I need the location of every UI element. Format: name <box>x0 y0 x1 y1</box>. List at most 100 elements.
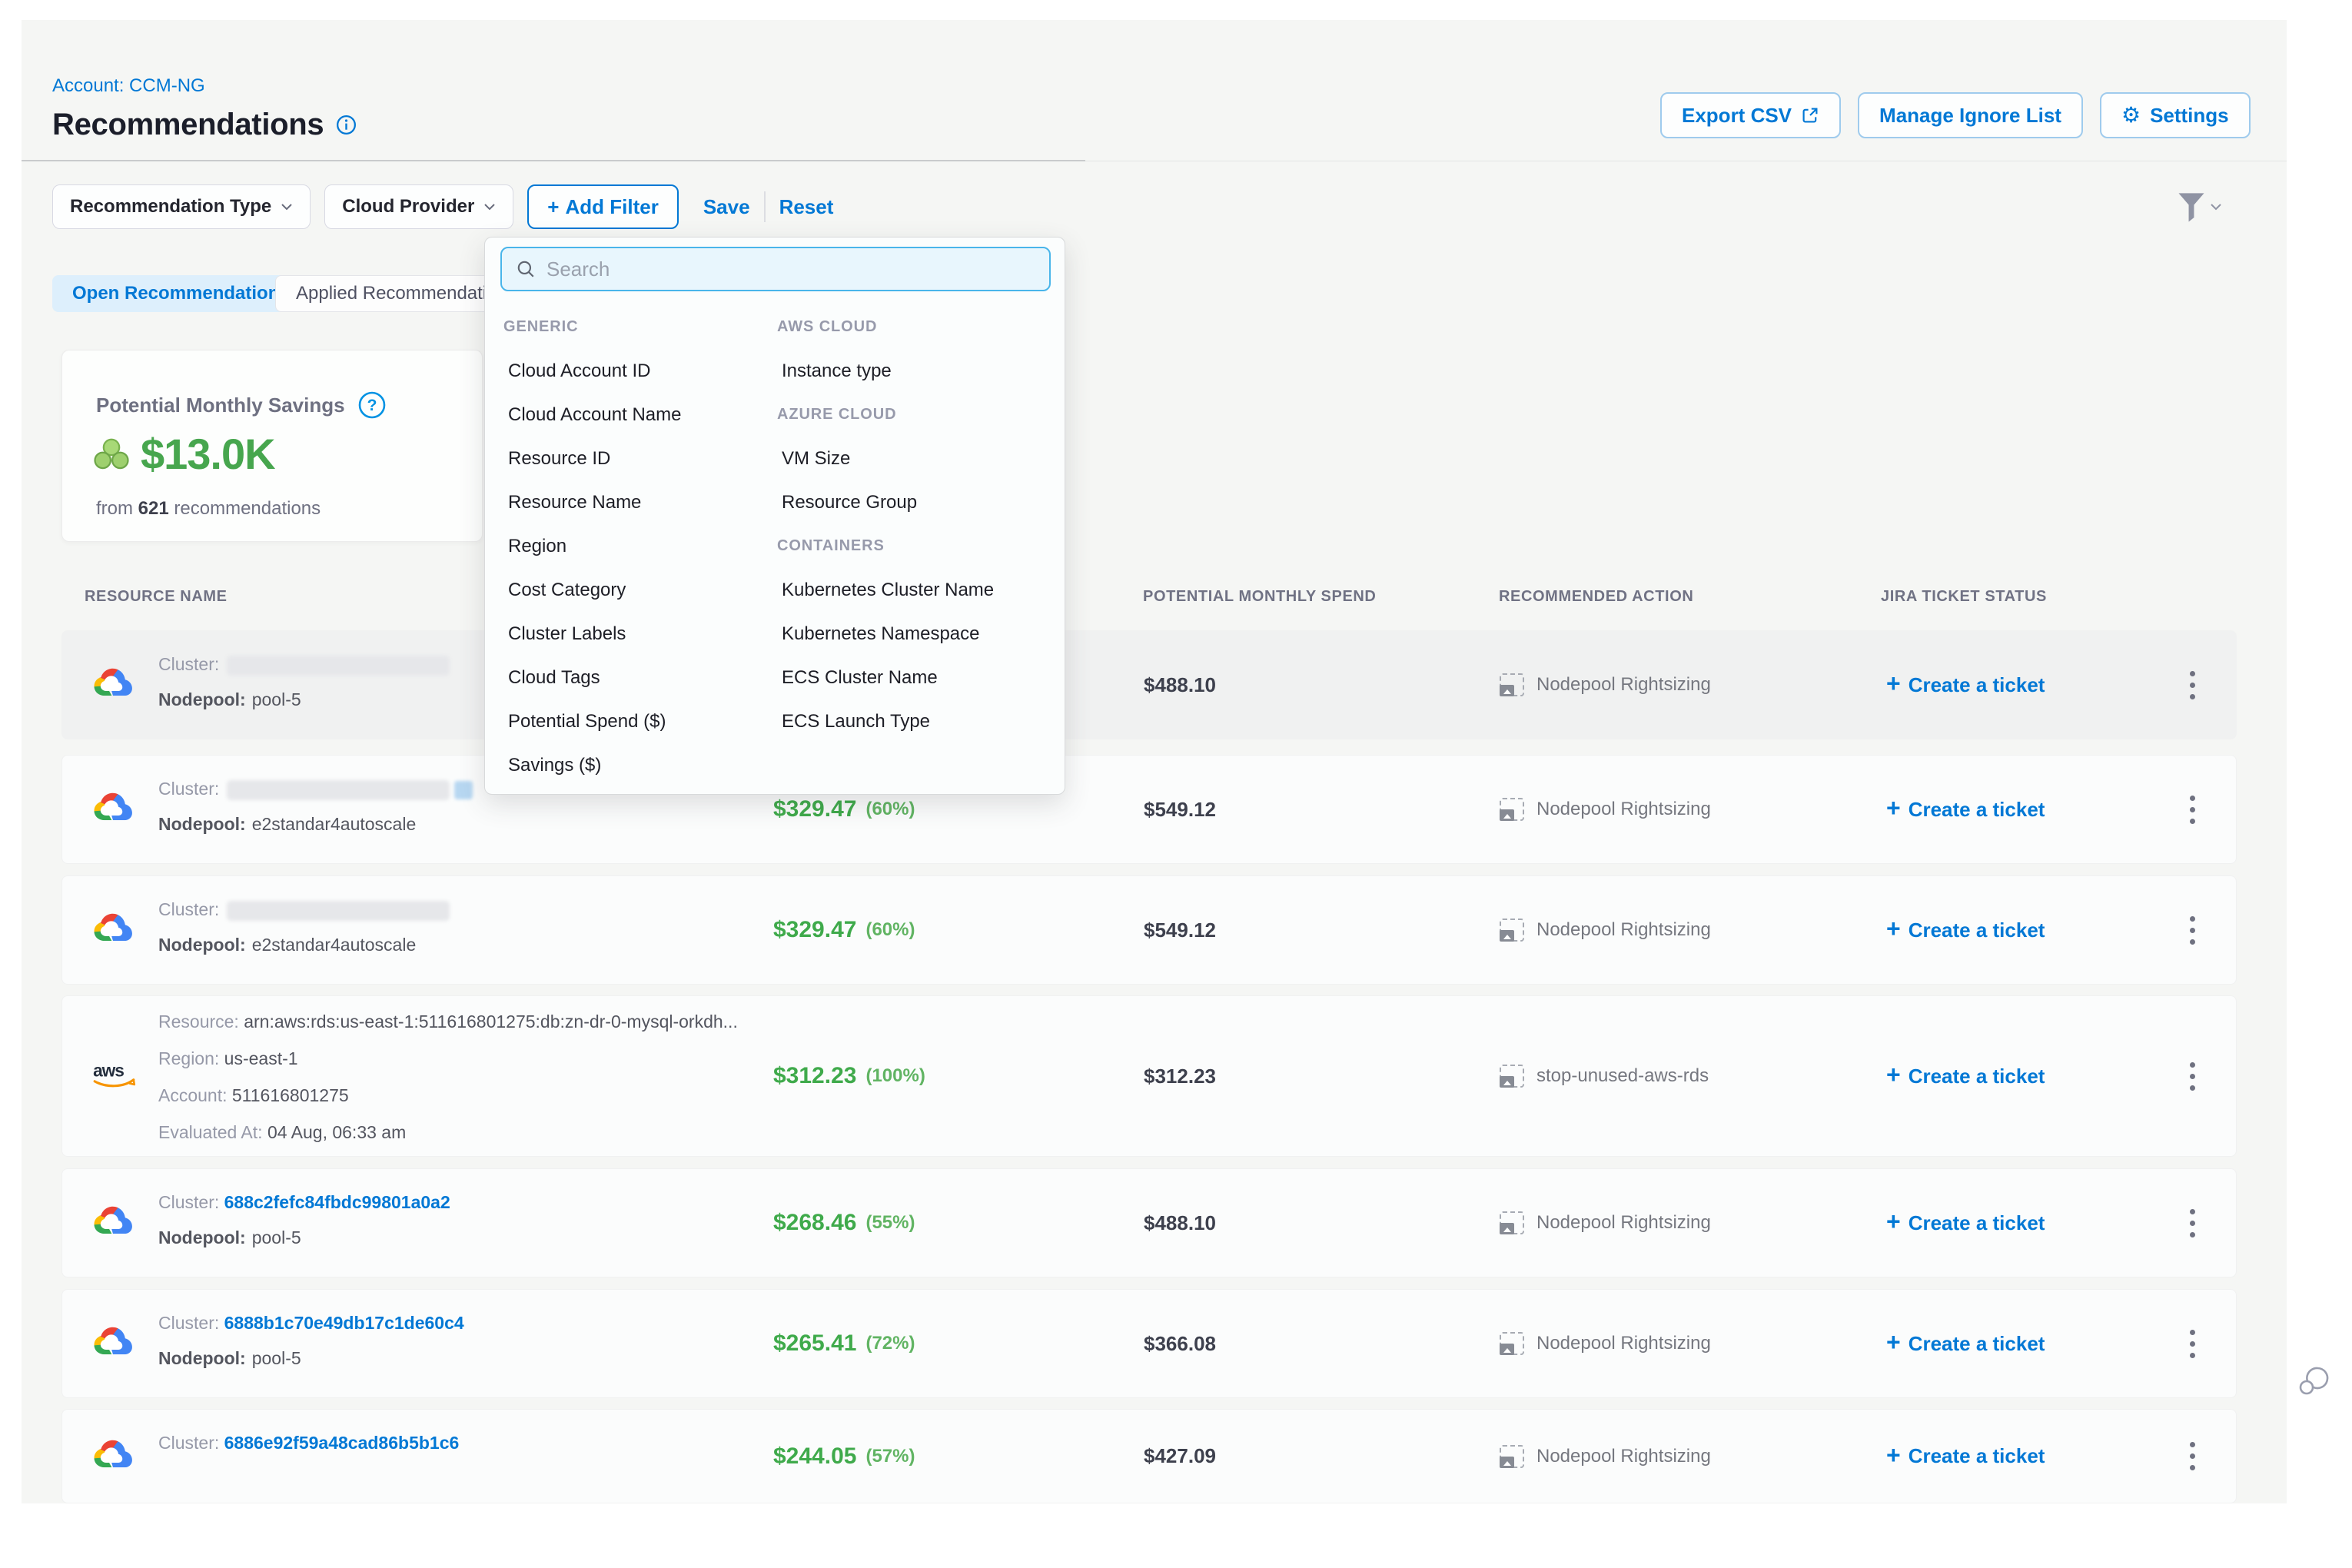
manage-ignore-list-button[interactable]: Manage Ignore List <box>1858 92 2083 138</box>
recommended-action: Nodepool Rightsizing <box>1500 1169 1711 1277</box>
filter-option-savings[interactable]: Savings ($) <box>503 743 765 787</box>
section-header-containers: CONTAINERS <box>777 524 1054 568</box>
header-divider <box>22 160 1085 161</box>
help-chat-button[interactable] <box>2294 1360 2334 1404</box>
region-value: us-east-1 <box>224 1048 298 1068</box>
export-csv-button[interactable]: Export CSV <box>1660 92 1841 138</box>
column-header-resource-name: RESOURCE NAME <box>85 588 228 606</box>
create-ticket-link[interactable]: +Create a ticket <box>1886 756 2045 863</box>
potential-monthly-savings: $329.47(60%) <box>773 876 915 984</box>
table-row[interactable]: Cluster: Nodepool:e2standar4autoscale $3… <box>61 755 2237 864</box>
save-reset-divider <box>764 191 766 222</box>
plus-icon: + <box>1886 916 1901 941</box>
gear-icon: ⚙ <box>2121 105 2141 126</box>
account-breadcrumb[interactable]: Account: CCM-NG <box>52 75 205 97</box>
potential-monthly-savings: $265.41(72%) <box>773 1290 915 1397</box>
dropdown-cloud-column: AWS CLOUD Instance type AZURE CLOUD VM S… <box>777 305 1054 743</box>
filter-option-resource-name[interactable]: Resource Name <box>503 480 765 524</box>
create-ticket-link[interactable]: +Create a ticket <box>1886 876 2045 984</box>
savings-subtitle: from 621 recommendations <box>96 498 321 520</box>
filter-option-cloud-account-name[interactable]: Cloud Account Name <box>503 393 765 437</box>
create-ticket-link[interactable]: +Create a ticket <box>1886 1290 2045 1397</box>
nodepool-value: e2standar4autoscale <box>252 935 417 955</box>
filter-option-resource-id[interactable]: Resource ID <box>503 437 765 480</box>
help-question-icon[interactable]: ? <box>357 390 387 420</box>
gcp-logo-icon <box>91 790 135 829</box>
filter-option-instance-type[interactable]: Instance type <box>777 349 1054 393</box>
plus-icon: + <box>1886 1443 1901 1467</box>
add-filter-label: Add Filter <box>565 195 658 219</box>
rightsizing-icon <box>1500 1332 1524 1355</box>
cluster-link[interactable]: 6888b1c70e49db17c1de60c4 <box>224 1313 464 1333</box>
row-menu-kebab-icon[interactable] <box>2190 1410 2195 1503</box>
filter-option-ecs-cluster-name[interactable]: ECS Cluster Name <box>777 656 1054 699</box>
recommended-action: Nodepool Rightsizing <box>1500 1290 1711 1397</box>
create-ticket-link[interactable]: +Create a ticket <box>1886 1410 2045 1503</box>
filter-option-resource-group[interactable]: Resource Group <box>777 480 1054 524</box>
cluster-label: Cluster: <box>158 1313 219 1333</box>
row-menu-kebab-icon[interactable] <box>2190 756 2195 863</box>
evaluated-at-value: 04 Aug, 06:33 am <box>267 1122 406 1142</box>
redacted-cluster-name <box>227 656 450 676</box>
table-row[interactable]: Resource: arn:aws:rds:us-east-1:51161680… <box>61 995 2237 1157</box>
table-row[interactable]: Cluster: 688c2fefc84fbdc99801a0a2 Nodepo… <box>61 1168 2237 1277</box>
filter-option-region[interactable]: Region <box>503 524 765 568</box>
add-filter-dropdown: GENERIC Cloud Account ID Cloud Account N… <box>484 237 1065 795</box>
money-stack-icon <box>91 437 131 472</box>
plus-icon: + <box>547 195 559 219</box>
save-filter-button[interactable]: Save <box>703 195 750 219</box>
chip-label: Cloud Provider <box>342 196 474 218</box>
page-title: Recommendations <box>52 108 324 142</box>
filter-option-cloud-tags[interactable]: Cloud Tags <box>503 656 765 699</box>
filter-option-kubernetes-namespace[interactable]: Kubernetes Namespace <box>777 612 1054 656</box>
filter-option-cost-category[interactable]: Cost Category <box>503 568 765 612</box>
savings-amount: $13.0K <box>141 429 275 479</box>
account-label: Account: <box>158 1085 228 1105</box>
table-row[interactable]: Cluster: Nodepool:pool-5 $488.10 Nodepoo… <box>61 630 2237 739</box>
tab-open-recommendations[interactable]: Open Recommendations <box>52 275 310 312</box>
column-header-potential-monthly-spend: POTENTIAL MONTHLY SPEND <box>1143 588 1376 606</box>
reset-filter-button[interactable]: Reset <box>779 195 834 219</box>
section-header-generic: GENERIC <box>503 305 765 349</box>
filter-option-ecs-launch-type[interactable]: ECS Launch Type <box>777 699 1054 743</box>
filter-chip-cloud-provider[interactable]: Cloud Provider <box>324 184 513 229</box>
info-icon[interactable] <box>336 115 357 135</box>
cluster-link[interactable]: 6886e92f59a48cad86b5b1c6 <box>224 1433 460 1453</box>
filter-option-potential-spend[interactable]: Potential Spend ($) <box>503 699 765 743</box>
create-ticket-link[interactable]: +Create a ticket <box>1886 631 2045 739</box>
recommended-action: Nodepool Rightsizing <box>1500 876 1711 984</box>
cluster-label: Cluster: <box>158 654 219 674</box>
table-row[interactable]: Cluster: Nodepool:e2standar4autoscale $3… <box>61 875 2237 985</box>
filter-funnel-button[interactable] <box>2178 192 2222 226</box>
row-menu-kebab-icon[interactable] <box>2190 1290 2195 1397</box>
create-ticket-link[interactable]: +Create a ticket <box>1886 1169 2045 1277</box>
redacted-cluster-name <box>227 780 450 800</box>
row-menu-kebab-icon[interactable] <box>2190 631 2195 739</box>
cluster-link[interactable]: 688c2fefc84fbdc99801a0a2 <box>224 1192 450 1212</box>
rightsizing-icon <box>1500 1065 1524 1088</box>
filter-option-cloud-account-id[interactable]: Cloud Account ID <box>503 349 765 393</box>
table-row[interactable]: Cluster: 6886e92f59a48cad86b5b1c6 $244.0… <box>61 1409 2237 1503</box>
nodepool-value: e2standar4autoscale <box>252 814 417 834</box>
filter-option-cluster-labels[interactable]: Cluster Labels <box>503 612 765 656</box>
redacted-cluster-name <box>227 901 450 921</box>
row-menu-kebab-icon[interactable] <box>2190 1169 2195 1277</box>
row-menu-kebab-icon[interactable] <box>2190 996 2195 1156</box>
filter-chip-recommendation-type[interactable]: Recommendation Type <box>52 184 311 229</box>
add-filter-button[interactable]: + Add Filter <box>527 184 679 229</box>
recommended-action: Nodepool Rightsizing <box>1500 1410 1711 1503</box>
row-menu-kebab-icon[interactable] <box>2190 876 2195 984</box>
potential-monthly-spend: $549.12 <box>1144 756 1216 863</box>
search-input[interactable] <box>546 257 1035 281</box>
chevron-down-icon <box>281 203 293 211</box>
table-row[interactable]: Cluster: 6888b1c70e49db17c1de60c4 Nodepo… <box>61 1289 2237 1398</box>
chip-label: Recommendation Type <box>70 196 271 218</box>
create-ticket-link[interactable]: +Create a ticket <box>1886 996 2045 1156</box>
gcp-logo-icon <box>91 666 135 705</box>
dropdown-search-box[interactable] <box>500 247 1051 291</box>
settings-button[interactable]: ⚙ Settings <box>2100 92 2251 138</box>
filter-option-vm-size[interactable]: VM Size <box>777 437 1054 480</box>
potential-monthly-spend: $312.23 <box>1144 996 1216 1156</box>
filter-option-kubernetes-cluster-name[interactable]: Kubernetes Cluster Name <box>777 568 1054 612</box>
potential-savings-card: Potential Monthly Savings ? $13.0K from … <box>61 350 483 542</box>
